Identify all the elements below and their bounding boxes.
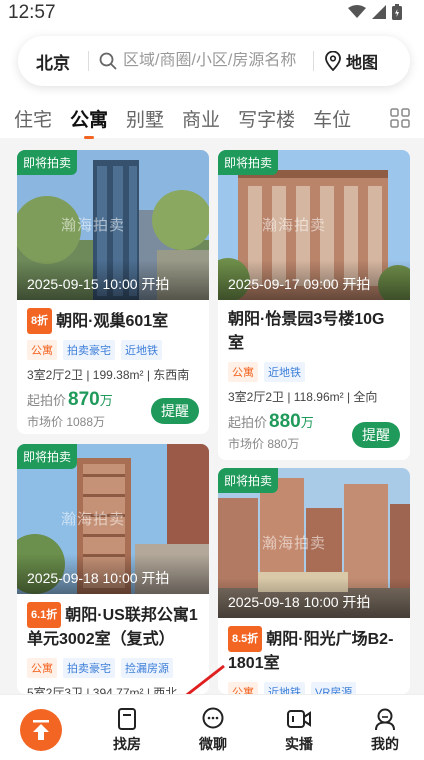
tag: 公寓 (228, 682, 258, 694)
tag-list: 公寓 近地铁 VR房源 (228, 682, 400, 694)
tag: 拍卖豪宅 (63, 658, 115, 678)
discount-badge: 6.1折 (27, 602, 62, 628)
status-time: 12:57 (8, 2, 56, 23)
grid-icon[interactable] (390, 108, 410, 128)
divider (313, 51, 314, 71)
status-badge: 即将拍卖 (218, 150, 279, 175)
tag: 近地铁 (264, 362, 305, 382)
auction-time: 2025-09-18 10:00 开拍 (27, 570, 170, 586)
nav-label: 微聊 (199, 736, 227, 752)
nav-live[interactable]: 实播 (274, 707, 324, 754)
remind-button[interactable]: 提醒 (352, 422, 400, 448)
start-price: 870 (68, 389, 100, 410)
tag: 公寓 (27, 658, 57, 678)
listing-photo: 即将拍卖 瀚海拍卖 2025-09-18 10:00 开拍 (17, 444, 209, 594)
battery-icon (392, 4, 402, 20)
watermark: 瀚海拍卖 (61, 217, 126, 234)
tag: VR房源 (311, 682, 357, 694)
bottom-nav: 找房 微聊 实播 我的 (0, 694, 424, 760)
status-bar: 12:57 (0, 0, 424, 26)
listing-card[interactable]: 即将拍卖 瀚海拍卖 2025-09-17 09:00 开拍 朝阳·怡景园3号楼1… (218, 150, 410, 460)
discount-badge: 8.5折 (228, 626, 263, 652)
auction-time: 2025-09-17 09:00 开拍 (228, 276, 371, 292)
listing-title: 朝阳·观巢601室 (56, 313, 169, 330)
search-input[interactable] (123, 52, 313, 70)
category-tabs: 住宅 公寓 别墅 商业 写字楼 车位 (0, 98, 424, 139)
user-icon (375, 708, 395, 731)
map-pin-icon (325, 51, 341, 71)
listing-card[interactable]: 即将拍卖 瀚海拍卖 2025-09-18 10:00 开拍 8.5折 朝阳·阳光广… (218, 468, 410, 694)
tab-commercial[interactable]: 商业 (182, 105, 220, 132)
nav-label: 我的 (371, 736, 399, 752)
wifi-icon (348, 5, 366, 18)
auction-time: 2025-09-15 10:00 开拍 (27, 276, 170, 292)
tag: 公寓 (228, 362, 258, 382)
listing-title-line: 6.1折 朝阳·US联邦公寓1单元3002室（复式） (27, 602, 199, 652)
city-selector[interactable]: 北京 (18, 49, 88, 74)
tab-parking[interactable]: 车位 (313, 105, 351, 132)
status-badge: 即将拍卖 (218, 468, 279, 493)
nav-chat[interactable]: 微聊 (188, 707, 238, 754)
listing-card[interactable]: 即将拍卖 瀚海拍卖 2025-09-18 10:00 开拍 6.1折 朝阳·US联… (17, 444, 209, 694)
status-icons (348, 4, 402, 20)
price-label: 起拍价 (228, 415, 268, 430)
tab-residential[interactable]: 住宅 (14, 105, 52, 132)
nav-find-home[interactable]: 找房 (102, 707, 152, 754)
start-price: 880 (269, 411, 301, 432)
listing-card[interactable]: 即将拍卖 瀚海拍卖 2025-09-15 10:00 开拍 8折 朝阳·观巢601… (17, 150, 209, 434)
tab-office[interactable]: 写字楼 (238, 105, 295, 132)
map-button[interactable]: 地图 (324, 49, 378, 73)
chat-icon (202, 707, 224, 729)
arrow-up-icon (33, 720, 49, 740)
listing-info: 3室2厅2卫 | 118.96m² | 全向 (228, 390, 378, 404)
nav-label: 实播 (285, 736, 313, 752)
price-unit: 万 (99, 393, 113, 408)
tag: 近地铁 (264, 682, 305, 694)
listing-title-line: 8.5折 朝阳·阳光广场B2-1801室 (228, 626, 400, 676)
tag-list: 公寓 近地铁 (228, 362, 400, 382)
tag-list: 公寓 拍卖豪宅 近地铁 (27, 340, 199, 360)
watermark: 瀚海拍卖 (61, 511, 126, 528)
auction-time: 2025-09-18 10:00 开拍 (228, 594, 371, 610)
search-area: 北京 地图 (0, 26, 424, 98)
listing-info: 3室2厅2卫 | 199.38m² | 东西南 (27, 368, 190, 382)
signal-icon (372, 5, 386, 19)
tag: 拍卖豪宅 (63, 340, 115, 360)
video-icon (287, 710, 311, 728)
listing-title-line: 8折 朝阳·观巢601室 (27, 308, 199, 334)
watermark: 瀚海拍卖 (262, 217, 327, 234)
watermark: 瀚海拍卖 (262, 535, 327, 552)
remind-button[interactable]: 提醒 (151, 398, 199, 424)
nav-profile[interactable]: 我的 (360, 707, 410, 754)
back-to-top-button[interactable] (20, 709, 62, 751)
listing-photo: 即将拍卖 瀚海拍卖 2025-09-17 09:00 开拍 (218, 150, 410, 300)
price-label: 起拍价 (27, 393, 67, 408)
discount-badge: 8折 (27, 308, 53, 334)
listing-photo: 即将拍卖 瀚海拍卖 2025-09-15 10:00 开拍 (17, 150, 209, 300)
tag: 公寓 (27, 340, 57, 360)
search-icon (99, 52, 117, 70)
doc-icon (118, 708, 136, 730)
divider (88, 51, 89, 71)
tag: 近地铁 (121, 340, 162, 360)
map-label: 地图 (346, 55, 379, 72)
price-unit: 万 (300, 415, 314, 430)
tab-villa[interactable]: 别墅 (126, 105, 164, 132)
tab-apartment[interactable]: 公寓 (70, 105, 108, 139)
listing-photo: 即将拍卖 瀚海拍卖 2025-09-18 10:00 开拍 (218, 468, 410, 618)
nav-label: 找房 (113, 736, 141, 752)
status-badge: 即将拍卖 (17, 150, 78, 175)
status-badge: 即将拍卖 (17, 444, 78, 469)
listing-title: 朝阳·怡景园3号楼10G室 (228, 311, 385, 352)
search-bar[interactable]: 北京 地图 (18, 36, 410, 86)
